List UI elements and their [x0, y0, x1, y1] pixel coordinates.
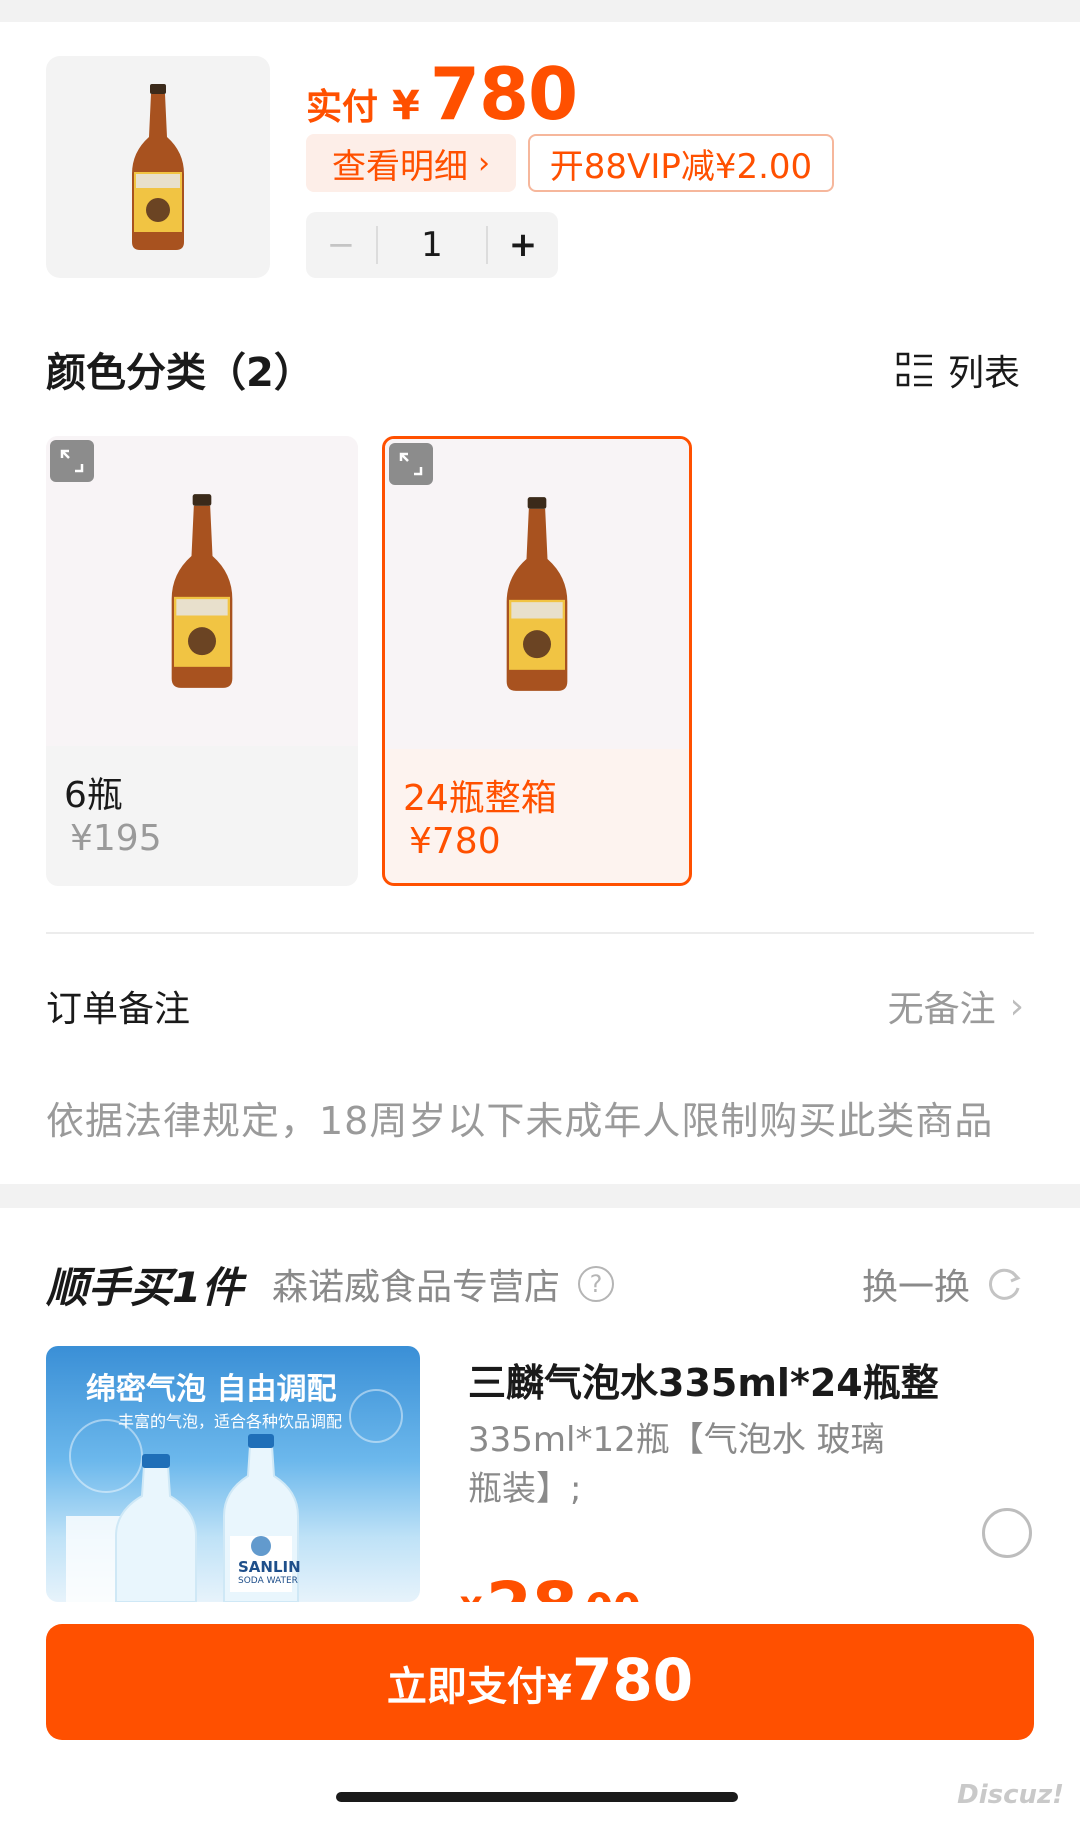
beer-bottle-image — [506, 497, 568, 691]
recommended-product-price: ¥ 28 .00 — [460, 1560, 680, 1602]
help-icon[interactable]: ? — [578, 1266, 615, 1302]
section-separator — [0, 1184, 1080, 1208]
refresh-icon — [989, 1268, 1021, 1300]
sku-image — [385, 439, 689, 749]
shop-info: 森诺威食品专营店 ? — [272, 1258, 615, 1310]
divider — [46, 932, 1034, 934]
price-integer: 28 — [486, 1568, 578, 1602]
swap-label: 换一换 — [861, 1267, 970, 1308]
expand-icon[interactable] — [50, 440, 94, 482]
order-remark-value: 无备注 — [887, 989, 996, 1030]
order-remark-field[interactable]: 无备注 › — [888, 980, 1024, 1032]
pay-now-currency: ¥ — [546, 1668, 572, 1709]
recommended-product-spec: 335ml*12瓶【气泡水 玻璃瓶装】; — [468, 1420, 885, 1510]
paid-amount: 780 — [429, 52, 578, 136]
vip-discount-tag[interactable]: 开88VIP减¥2.00 — [528, 134, 834, 192]
decrement-button[interactable]: − — [306, 225, 376, 265]
vip-discount-label: 开88VIP减¥2.00 — [549, 146, 813, 187]
increment-button[interactable]: + — [488, 225, 558, 265]
pay-now-button[interactable]: 立即支付 ¥ 780 — [46, 1624, 1034, 1740]
home-indicator[interactable] — [336, 1792, 738, 1802]
sku-name: 24瓶整箱 — [403, 778, 557, 819]
view-detail-button[interactable]: 查看明细 › — [306, 134, 516, 192]
bottle-brand-label: SANLIN — [238, 1558, 301, 1576]
sku-option-6-bottles[interactable]: 6瓶 ¥195 — [46, 436, 358, 886]
product-thumbnail — [46, 56, 270, 278]
swap-button[interactable]: 换一换 — [862, 1258, 1024, 1310]
sku-price: ¥780 — [409, 821, 501, 862]
recommended-product-title[interactable]: 三麟气泡水335ml*24瓶整 — [468, 1352, 939, 1407]
legal-notice: 依据法律规定，18周岁以下未成年人限制购买此类商品 — [46, 1099, 994, 1143]
beer-bottle-image — [171, 494, 233, 688]
shop-name[interactable]: 森诺威食品专营店 — [272, 1258, 560, 1310]
sku-price: ¥195 — [70, 818, 162, 859]
list-icon — [896, 352, 932, 387]
price-currency: ¥ — [460, 1590, 482, 1602]
buy-one-title: 顺手买1件 — [46, 1263, 244, 1312]
bottle-sub-label: SODA WATER — [238, 1576, 298, 1586]
color-category-title: 颜色分类（2） — [46, 350, 314, 396]
paid-label: 实付 — [306, 87, 379, 128]
quantity-stepper: − 1 + — [306, 212, 558, 278]
top-band — [0, 0, 1080, 22]
sku-name: 6瓶 — [64, 775, 123, 816]
quantity-value[interactable]: 1 — [376, 225, 488, 265]
pay-now-amount: 780 — [571, 1646, 694, 1714]
list-view-label: 列表 — [948, 353, 1021, 394]
view-detail-label: 查看明细 — [332, 146, 468, 187]
beer-bottle-image — [132, 84, 184, 250]
expand-icon[interactable] — [389, 443, 433, 485]
paid-currency: ¥ — [392, 83, 420, 129]
order-remark-label: 订单备注 — [46, 989, 191, 1030]
paid-total: 实付 ¥ 780 — [306, 52, 578, 136]
sku-option-24-bottles-selected[interactable]: 24瓶整箱 ¥780 — [382, 436, 692, 886]
select-radio[interactable] — [982, 1508, 1032, 1558]
watermark: Discuz! — [957, 1780, 1064, 1810]
recommended-product-image[interactable]: 绵密气泡 自由调配 丰富的气泡，适合各种饮品调配 SANLIN SODA WAT… — [46, 1346, 420, 1602]
sku-image — [46, 436, 358, 746]
price-decimal: .00 — [570, 1586, 641, 1602]
soda-bottles-image — [66, 1389, 403, 1602]
pay-now-label: 立即支付 — [386, 1664, 547, 1710]
list-view-toggle[interactable]: 列表 — [896, 344, 1020, 396]
chevron-right-icon: › — [478, 145, 490, 181]
chevron-right-icon: › — [1009, 985, 1024, 1027]
